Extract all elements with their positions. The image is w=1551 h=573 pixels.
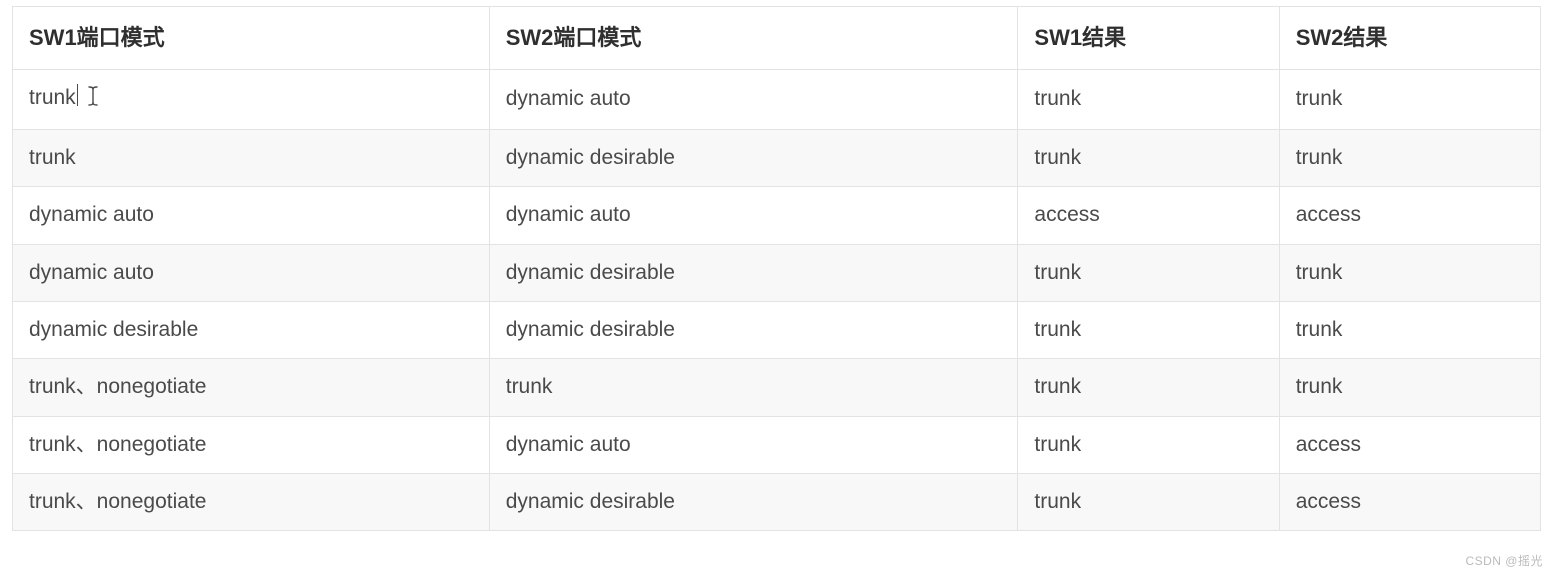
table-cell: dynamic desirable: [489, 302, 1018, 359]
table-cell: trunk: [1279, 69, 1540, 129]
table-cell: access: [1279, 474, 1540, 531]
table-body: trunk dynamic auto trunk trunk trunk dyn…: [13, 69, 1541, 531]
column-header: SW2结果: [1279, 7, 1540, 70]
table-cell: trunk: [1018, 416, 1279, 473]
table-cell: trunk: [1279, 302, 1540, 359]
table-row: trunk、nonegotiate dynamic auto trunk acc…: [13, 416, 1541, 473]
column-header: SW1端口模式: [13, 7, 490, 70]
table-cell: trunk: [1018, 69, 1279, 129]
table-cell: access: [1279, 187, 1540, 244]
table-cell: dynamic auto: [489, 187, 1018, 244]
table-row: trunk、nonegotiate trunk trunk trunk: [13, 359, 1541, 416]
table-cell: trunk: [13, 130, 490, 187]
table-cell: dynamic desirable: [489, 244, 1018, 301]
table-row: trunk dynamic auto trunk trunk: [13, 69, 1541, 129]
port-mode-table: SW1端口模式 SW2端口模式 SW1结果 SW2结果 trunk dynami…: [12, 6, 1541, 531]
table-cell: trunk: [13, 69, 490, 129]
cell-text: trunk: [29, 86, 76, 109]
table-cell: dynamic desirable: [489, 130, 1018, 187]
table-cell: trunk、nonegotiate: [13, 416, 490, 473]
table-cell: trunk: [1279, 359, 1540, 416]
ibeam-cursor-icon: [86, 85, 100, 115]
table-cell: dynamic desirable: [13, 302, 490, 359]
table-cell: dynamic desirable: [489, 474, 1018, 531]
table-header: SW1端口模式 SW2端口模式 SW1结果 SW2结果: [13, 7, 1541, 70]
table-cell: trunk: [1018, 359, 1279, 416]
table-cell: trunk: [1018, 244, 1279, 301]
table-cell: trunk: [1279, 130, 1540, 187]
table-cell: access: [1279, 416, 1540, 473]
text-cursor-icon: [77, 84, 78, 106]
table-row: trunk、nonegotiate dynamic desirable trun…: [13, 474, 1541, 531]
table-cell: trunk、nonegotiate: [13, 474, 490, 531]
table-cell: dynamic auto: [13, 244, 490, 301]
table-cell: dynamic auto: [13, 187, 490, 244]
table-cell: dynamic auto: [489, 69, 1018, 129]
table-header-row: SW1端口模式 SW2端口模式 SW1结果 SW2结果: [13, 7, 1541, 70]
table-cell: trunk: [1018, 302, 1279, 359]
table-container: SW1端口模式 SW2端口模式 SW1结果 SW2结果 trunk dynami…: [0, 0, 1551, 531]
table-row: trunk dynamic desirable trunk trunk: [13, 130, 1541, 187]
table-row: dynamic auto dynamic desirable trunk tru…: [13, 244, 1541, 301]
table-row: dynamic auto dynamic auto access access: [13, 187, 1541, 244]
table-cell: trunk: [1279, 244, 1540, 301]
table-cell: trunk: [1018, 130, 1279, 187]
table-cell: access: [1018, 187, 1279, 244]
table-cell: trunk、nonegotiate: [13, 359, 490, 416]
table-cell: dynamic auto: [489, 416, 1018, 473]
column-header: SW1结果: [1018, 7, 1279, 70]
column-header: SW2端口模式: [489, 7, 1018, 70]
table-row: dynamic desirable dynamic desirable trun…: [13, 302, 1541, 359]
table-cell: trunk: [1018, 474, 1279, 531]
table-cell: trunk: [489, 359, 1018, 416]
watermark-text: CSDN @摇光: [1465, 552, 1543, 569]
